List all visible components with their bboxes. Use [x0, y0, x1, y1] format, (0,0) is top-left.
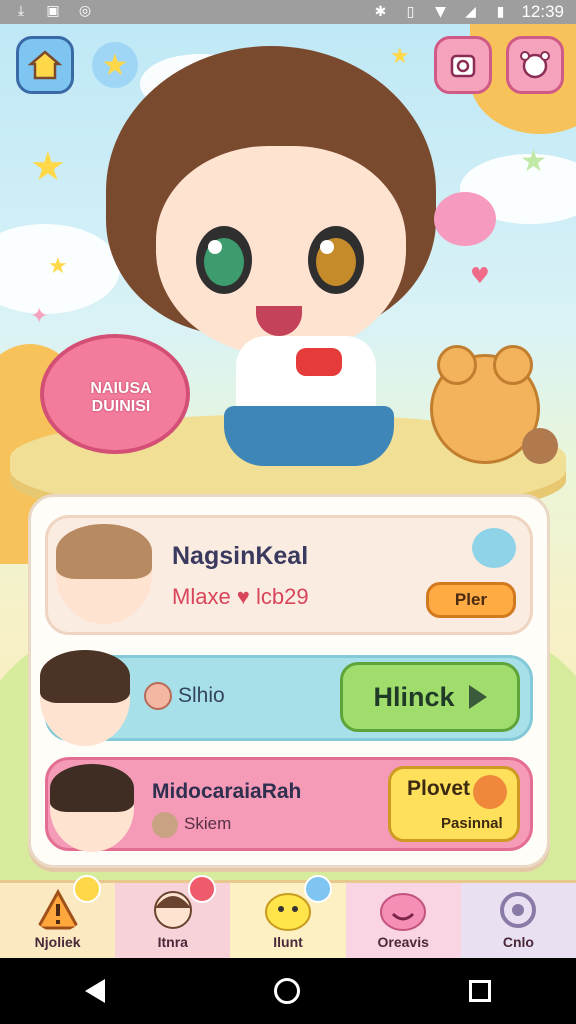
notification-badge: [73, 875, 102, 903]
clock: 12:39: [521, 2, 564, 21]
character-button[interactable]: [506, 36, 564, 94]
home-circle-icon[interactable]: [273, 978, 300, 1004]
friends-icon: [380, 893, 427, 931]
notification-badge: [303, 875, 332, 903]
star-icon: ★: [48, 254, 68, 279]
wifi-icon: ▼: [435, 4, 446, 20]
play-icon: [468, 685, 487, 709]
signal-icon: ◢: [465, 4, 476, 20]
pig-pet[interactable]: [434, 192, 496, 246]
face-icon: [144, 682, 172, 710]
ribbon-bow: [296, 348, 342, 376]
pler-button[interactable]: Pler: [426, 582, 516, 618]
friend-card[interactable]: Slhio Hlinck: [40, 650, 533, 746]
card-title: NagsinKeal: [172, 542, 309, 570]
mouth: [256, 306, 302, 336]
orb-icon: [473, 775, 507, 809]
avatar: [50, 764, 134, 852]
card-subtitle: Skiem: [184, 814, 232, 833]
star-icon: ★: [30, 144, 66, 190]
nav-item-oreavis[interactable]: Oreavis: [345, 883, 461, 958]
hlinck-button[interactable]: Hlinck: [340, 662, 520, 732]
vibrate-icon: ▯: [406, 4, 415, 20]
small-avatar-icon: [152, 812, 178, 838]
nav-item-njoliek[interactable]: Njoliek: [0, 875, 116, 958]
heart-icon: ♥: [470, 264, 490, 289]
friend-card[interactable]: MidocaraiaRah Skiem Plovet Pasinnal: [45, 757, 533, 852]
character-face: [156, 146, 406, 356]
sim-icon: ▣: [46, 3, 60, 19]
avatar: [40, 650, 130, 746]
recents-icon[interactable]: [469, 980, 492, 1002]
home-icon: [28, 50, 62, 80]
card-subtitle: Mlaxe ♥ lcb29: [172, 584, 309, 609]
pet-icon: [472, 528, 516, 568]
bluetooth-icon: ✱: [374, 4, 387, 20]
card-title: MidocaraiaRah: [152, 780, 302, 803]
character-skirt: [224, 406, 394, 466]
nav-item-itnra[interactable]: Itnra: [115, 875, 231, 958]
avatar: [56, 524, 152, 624]
star-icon: ★: [520, 144, 547, 179]
star-icon: ✦: [30, 304, 49, 329]
system-nav-bar: [0, 958, 576, 1024]
status-bar: ⤓ ▣ ◎ ✱ ▯ ▼ ◢ ▮ 12:39: [0, 0, 576, 24]
friends-panel: NagsinKeal Mlaxe ♥ lcb29 Pler Slhio Hlin…: [28, 494, 550, 868]
right-eye: [308, 226, 364, 294]
plovet-button[interactable]: Plovet Pasinnal: [388, 766, 520, 842]
left-eye: [196, 226, 252, 294]
friend-card[interactable]: NagsinKeal Mlaxe ♥ lcb29 Pler: [45, 515, 533, 635]
nav-item-ilunt[interactable]: Ilunt: [230, 875, 346, 958]
small-bear-pet[interactable]: [522, 428, 558, 464]
download-icon: ⤓: [17, 3, 25, 19]
battery-icon: ▮: [496, 4, 505, 20]
card-label: Slhio: [178, 684, 225, 707]
settings-icon: [500, 892, 537, 928]
bunny-sign[interactable]: NAIUSA DUINISI: [40, 334, 190, 454]
character-icon: [520, 51, 550, 79]
back-icon[interactable]: [84, 979, 105, 1003]
bottom-nav: Njoliek Itnra Ilunt Oreavis Cnlo: [0, 875, 576, 958]
sign-text: NAIUSA DUINISI: [90, 380, 152, 415]
home-button[interactable]: [16, 36, 74, 94]
sync-icon: ◎: [78, 3, 92, 19]
nav-item-cnlo[interactable]: Cnlo: [460, 883, 576, 958]
notification-badge: [188, 875, 217, 903]
